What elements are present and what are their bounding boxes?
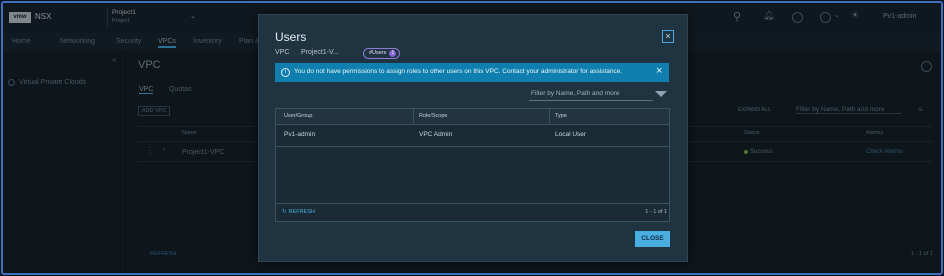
users-count-badge: #Users 1 — [363, 48, 401, 59]
cell-user: Pv1-admin — [284, 131, 316, 138]
alert-close-icon[interactable]: × — [656, 65, 662, 77]
cell-role: VPC Admin — [419, 131, 453, 138]
refresh-button[interactable]: ↻ REFRESH — [282, 209, 315, 215]
vpc-label: VPC — [275, 49, 290, 56]
info-icon: i — [281, 68, 290, 77]
dialog-title: Users — [275, 30, 307, 44]
vpc-name: Project1-V... — [301, 49, 339, 56]
column-role-scope: Role/Scope — [419, 113, 448, 119]
column-divider[interactable] — [549, 109, 550, 124]
users-table: User/Group Role/Scope Type Pv1-admin VPC… — [275, 108, 670, 222]
column-type: Type — [555, 113, 567, 119]
permission-alert: i You do not have permissions to assign … — [275, 63, 669, 82]
cell-type: Local User — [555, 131, 587, 138]
pagination-info: 1 - 1 of 1 — [645, 209, 667, 215]
column-divider[interactable] — [413, 109, 414, 124]
column-user-group: User/Group — [284, 113, 313, 119]
badge-count: 1 — [389, 50, 397, 57]
users-dialog: Users × VPC Project1-V... #Users 1 i You… — [258, 14, 688, 262]
table-row[interactable]: Pv1-admin VPC Admin Local User — [276, 124, 669, 147]
badge-label: #Users — [369, 50, 387, 56]
alert-message: You do not have permissions to assign ro… — [294, 68, 623, 75]
close-button[interactable]: CLOSE — [635, 231, 670, 247]
users-table-header: User/Group Role/Scope Type — [276, 109, 669, 125]
app-window: vmw NSX Project1 Project ⌄ ⚲ 🔔︎ ⌄ ☀ Pv1-… — [1, 1, 943, 275]
dialog-filter-input[interactable]: Filter by Name, Path and more — [529, 88, 653, 101]
refresh-icon: ↻ — [282, 209, 287, 215]
users-table-footer: ↻ REFRESH 1 - 1 of 1 — [276, 203, 669, 221]
close-icon[interactable]: × — [662, 30, 674, 43]
refresh-label: REFRESH — [288, 209, 315, 215]
filter-icon[interactable] — [655, 91, 667, 97]
